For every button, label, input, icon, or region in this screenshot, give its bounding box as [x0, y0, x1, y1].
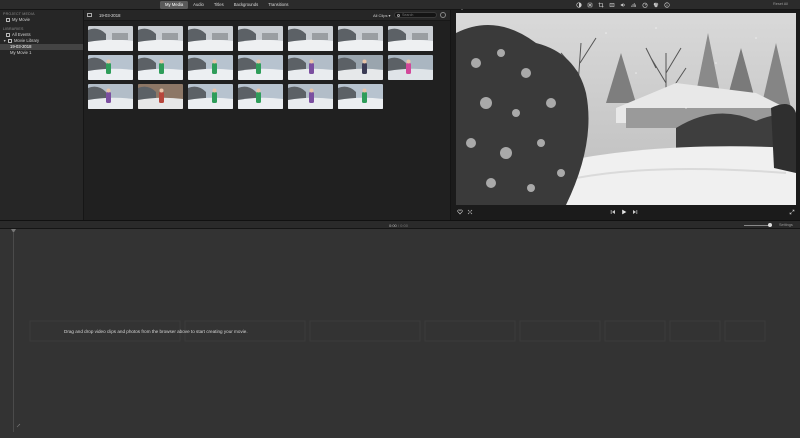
tab-backgrounds[interactable]: Backgrounds — [229, 1, 263, 9]
tab-my-media[interactable]: My Media — [160, 1, 189, 9]
timecode-display: 0:00 / 0:00 — [389, 223, 408, 228]
library-icon — [8, 39, 12, 43]
clip-thumbnail[interactable] — [338, 84, 383, 109]
clip-thumbnail[interactable] — [88, 26, 133, 51]
clip-thumbnail[interactable] — [188, 26, 233, 51]
viewer — [450, 10, 800, 220]
timeline-settings-button[interactable]: Settings — [779, 223, 793, 227]
color-balance-icon[interactable] — [576, 2, 582, 8]
clip-thumbnail[interactable] — [138, 55, 183, 80]
clip-thumbnail[interactable] — [88, 84, 133, 109]
event-title: 19-03-2018 — [99, 13, 121, 18]
video-preview[interactable] — [456, 13, 796, 205]
skip-forward-icon[interactable] — [631, 208, 638, 215]
imovie-window: My Media Audio Titles Backgrounds Transi… — [0, 0, 800, 438]
play-icon[interactable] — [620, 208, 627, 215]
noise-reduction-icon[interactable] — [631, 2, 637, 8]
timeline[interactable]: Drag and drop video clips and photos fro… — [0, 229, 800, 438]
clip-thumbnail[interactable] — [288, 55, 333, 80]
browser-header: 19-03-2018 All Clips ▾ — [84, 10, 450, 21]
speed-icon[interactable] — [642, 2, 648, 8]
viewer-adjustment-tools — [576, 1, 670, 9]
clip-row — [88, 84, 434, 113]
magic-wand-icon[interactable] — [457, 2, 463, 15]
stabilization-icon[interactable] — [609, 2, 615, 8]
disclosure-triangle-icon[interactable]: ▼ — [3, 38, 6, 44]
clip-thumbnail[interactable] — [388, 55, 433, 80]
drop-hint-text: Drag and drop video clips and photos fro… — [64, 329, 248, 334]
clip-grid — [88, 26, 434, 113]
expand-icon[interactable] — [788, 208, 795, 215]
clip-thumbnail[interactable] — [288, 84, 333, 109]
sidebar-toggle-icon[interactable] — [87, 13, 92, 17]
search-input[interactable] — [402, 13, 436, 17]
clip-thumbnail[interactable] — [288, 26, 333, 51]
info-icon[interactable] — [664, 2, 670, 8]
clip-filter-dropdown[interactable]: All Clips ▾ — [373, 13, 391, 18]
media-tabs: My Media Audio Titles Backgrounds Transi… — [160, 1, 294, 9]
skip-back-icon[interactable] — [609, 208, 616, 215]
clip-thumbnail[interactable] — [338, 26, 383, 51]
crop-icon[interactable] — [598, 2, 604, 8]
zoom-slider-knob[interactable] — [768, 223, 772, 227]
reset-all-button[interactable]: Reset All — [773, 2, 788, 6]
clip-thumbnail[interactable] — [138, 84, 183, 109]
sidebar-item-label: My Movie — [12, 17, 30, 22]
media-browser: 19-03-2018 All Clips ▾ — [84, 10, 450, 220]
tab-audio[interactable]: Audio — [188, 1, 209, 9]
clip-row — [88, 55, 434, 84]
fullscreen-fit-icon[interactable] — [466, 208, 473, 215]
top-toolbar: My Media Audio Titles Backgrounds Transi… — [0, 0, 800, 15]
clip-thumbnail[interactable] — [238, 84, 283, 109]
color-correction-icon[interactable] — [587, 2, 593, 8]
clip-thumbnail[interactable] — [138, 26, 183, 51]
clip-thumbnail[interactable] — [238, 55, 283, 80]
filter-icon[interactable] — [653, 2, 659, 8]
volume-icon[interactable] — [620, 2, 626, 8]
clip-thumbnail[interactable] — [88, 55, 133, 80]
sidebar-item-my-movie-1[interactable]: My Movie 1 — [0, 50, 83, 56]
clip-row — [88, 26, 434, 55]
heart-icon[interactable] — [456, 208, 463, 215]
timecode-current: 0:00 — [389, 223, 397, 228]
clip-thumbnail[interactable] — [388, 26, 433, 51]
events-icon — [6, 33, 10, 37]
gear-icon[interactable] — [440, 12, 446, 18]
search-field[interactable] — [394, 12, 437, 18]
clip-thumbnail[interactable] — [338, 55, 383, 80]
clip-thumbnail[interactable] — [238, 26, 283, 51]
clip-thumbnail[interactable] — [188, 55, 233, 80]
tab-titles[interactable]: Titles — [209, 1, 229, 9]
search-icon — [397, 13, 400, 17]
clip-thumbnail[interactable] — [188, 84, 233, 109]
project-icon — [6, 18, 10, 22]
tab-transitions[interactable]: Transitions — [263, 1, 293, 9]
timecode-total: 0:00 — [400, 223, 408, 228]
timeline-header: 0:00 / 0:00 Settings — [0, 220, 800, 229]
audio-track-icon — [16, 423, 21, 428]
libraries-sidebar: PROJECT MEDIA My Movie LIBRARIES All Eve… — [0, 10, 84, 220]
